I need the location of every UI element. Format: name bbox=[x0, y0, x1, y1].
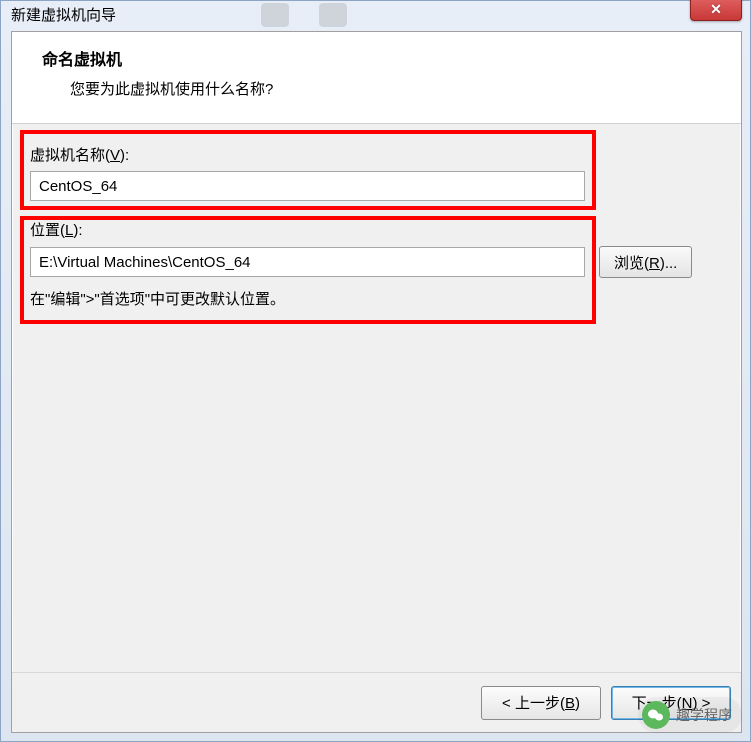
titlebar[interactable]: 新建虚拟机向导 ✕ bbox=[1, 1, 750, 27]
vmname-input[interactable] bbox=[30, 171, 585, 201]
vmname-label: 虚拟机名称(V): bbox=[30, 144, 723, 165]
page-subtitle: 您要为此虚拟机使用什么名称? bbox=[42, 78, 721, 99]
location-label: 位置(L): bbox=[30, 219, 723, 240]
wizard-header: 命名虚拟机 您要为此虚拟机使用什么名称? bbox=[12, 32, 741, 124]
dialog-body: 命名虚拟机 您要为此虚拟机使用什么名称? 虚拟机名称(V): 位置(L): 浏览… bbox=[11, 31, 742, 733]
close-icon: ✕ bbox=[710, 1, 722, 18]
wizard-footer: < 上一步(B) 下一步(N) > bbox=[12, 672, 741, 732]
vmname-group: 虚拟机名称(V): bbox=[30, 144, 723, 201]
back-button[interactable]: < 上一步(B) bbox=[481, 686, 601, 720]
page-title: 命名虚拟机 bbox=[42, 46, 721, 70]
watermark-text: 趣学程序 bbox=[676, 705, 732, 725]
titlebar-bg-icons bbox=[261, 3, 381, 27]
wizard-window: 新建虚拟机向导 ✕ 命名虚拟机 您要为此虚拟机使用什么名称? 虚拟机名称(V):… bbox=[0, 0, 751, 742]
content-area: 虚拟机名称(V): 位置(L): 浏览(R)... 在"编辑">"首选项"中可更… bbox=[12, 124, 741, 664]
location-hint: 在"编辑">"首选项"中可更改默认位置。 bbox=[30, 288, 723, 309]
watermark: 趣学程序 bbox=[638, 697, 742, 733]
window-title: 新建虚拟机向导 bbox=[11, 7, 116, 24]
location-group: 位置(L): 浏览(R)... 在"编辑">"首选项"中可更改默认位置。 bbox=[30, 219, 723, 309]
browse-button[interactable]: 浏览(R)... bbox=[599, 246, 692, 278]
close-button[interactable]: ✕ bbox=[690, 0, 742, 21]
location-input[interactable] bbox=[30, 247, 585, 277]
wechat-icon bbox=[642, 701, 670, 729]
